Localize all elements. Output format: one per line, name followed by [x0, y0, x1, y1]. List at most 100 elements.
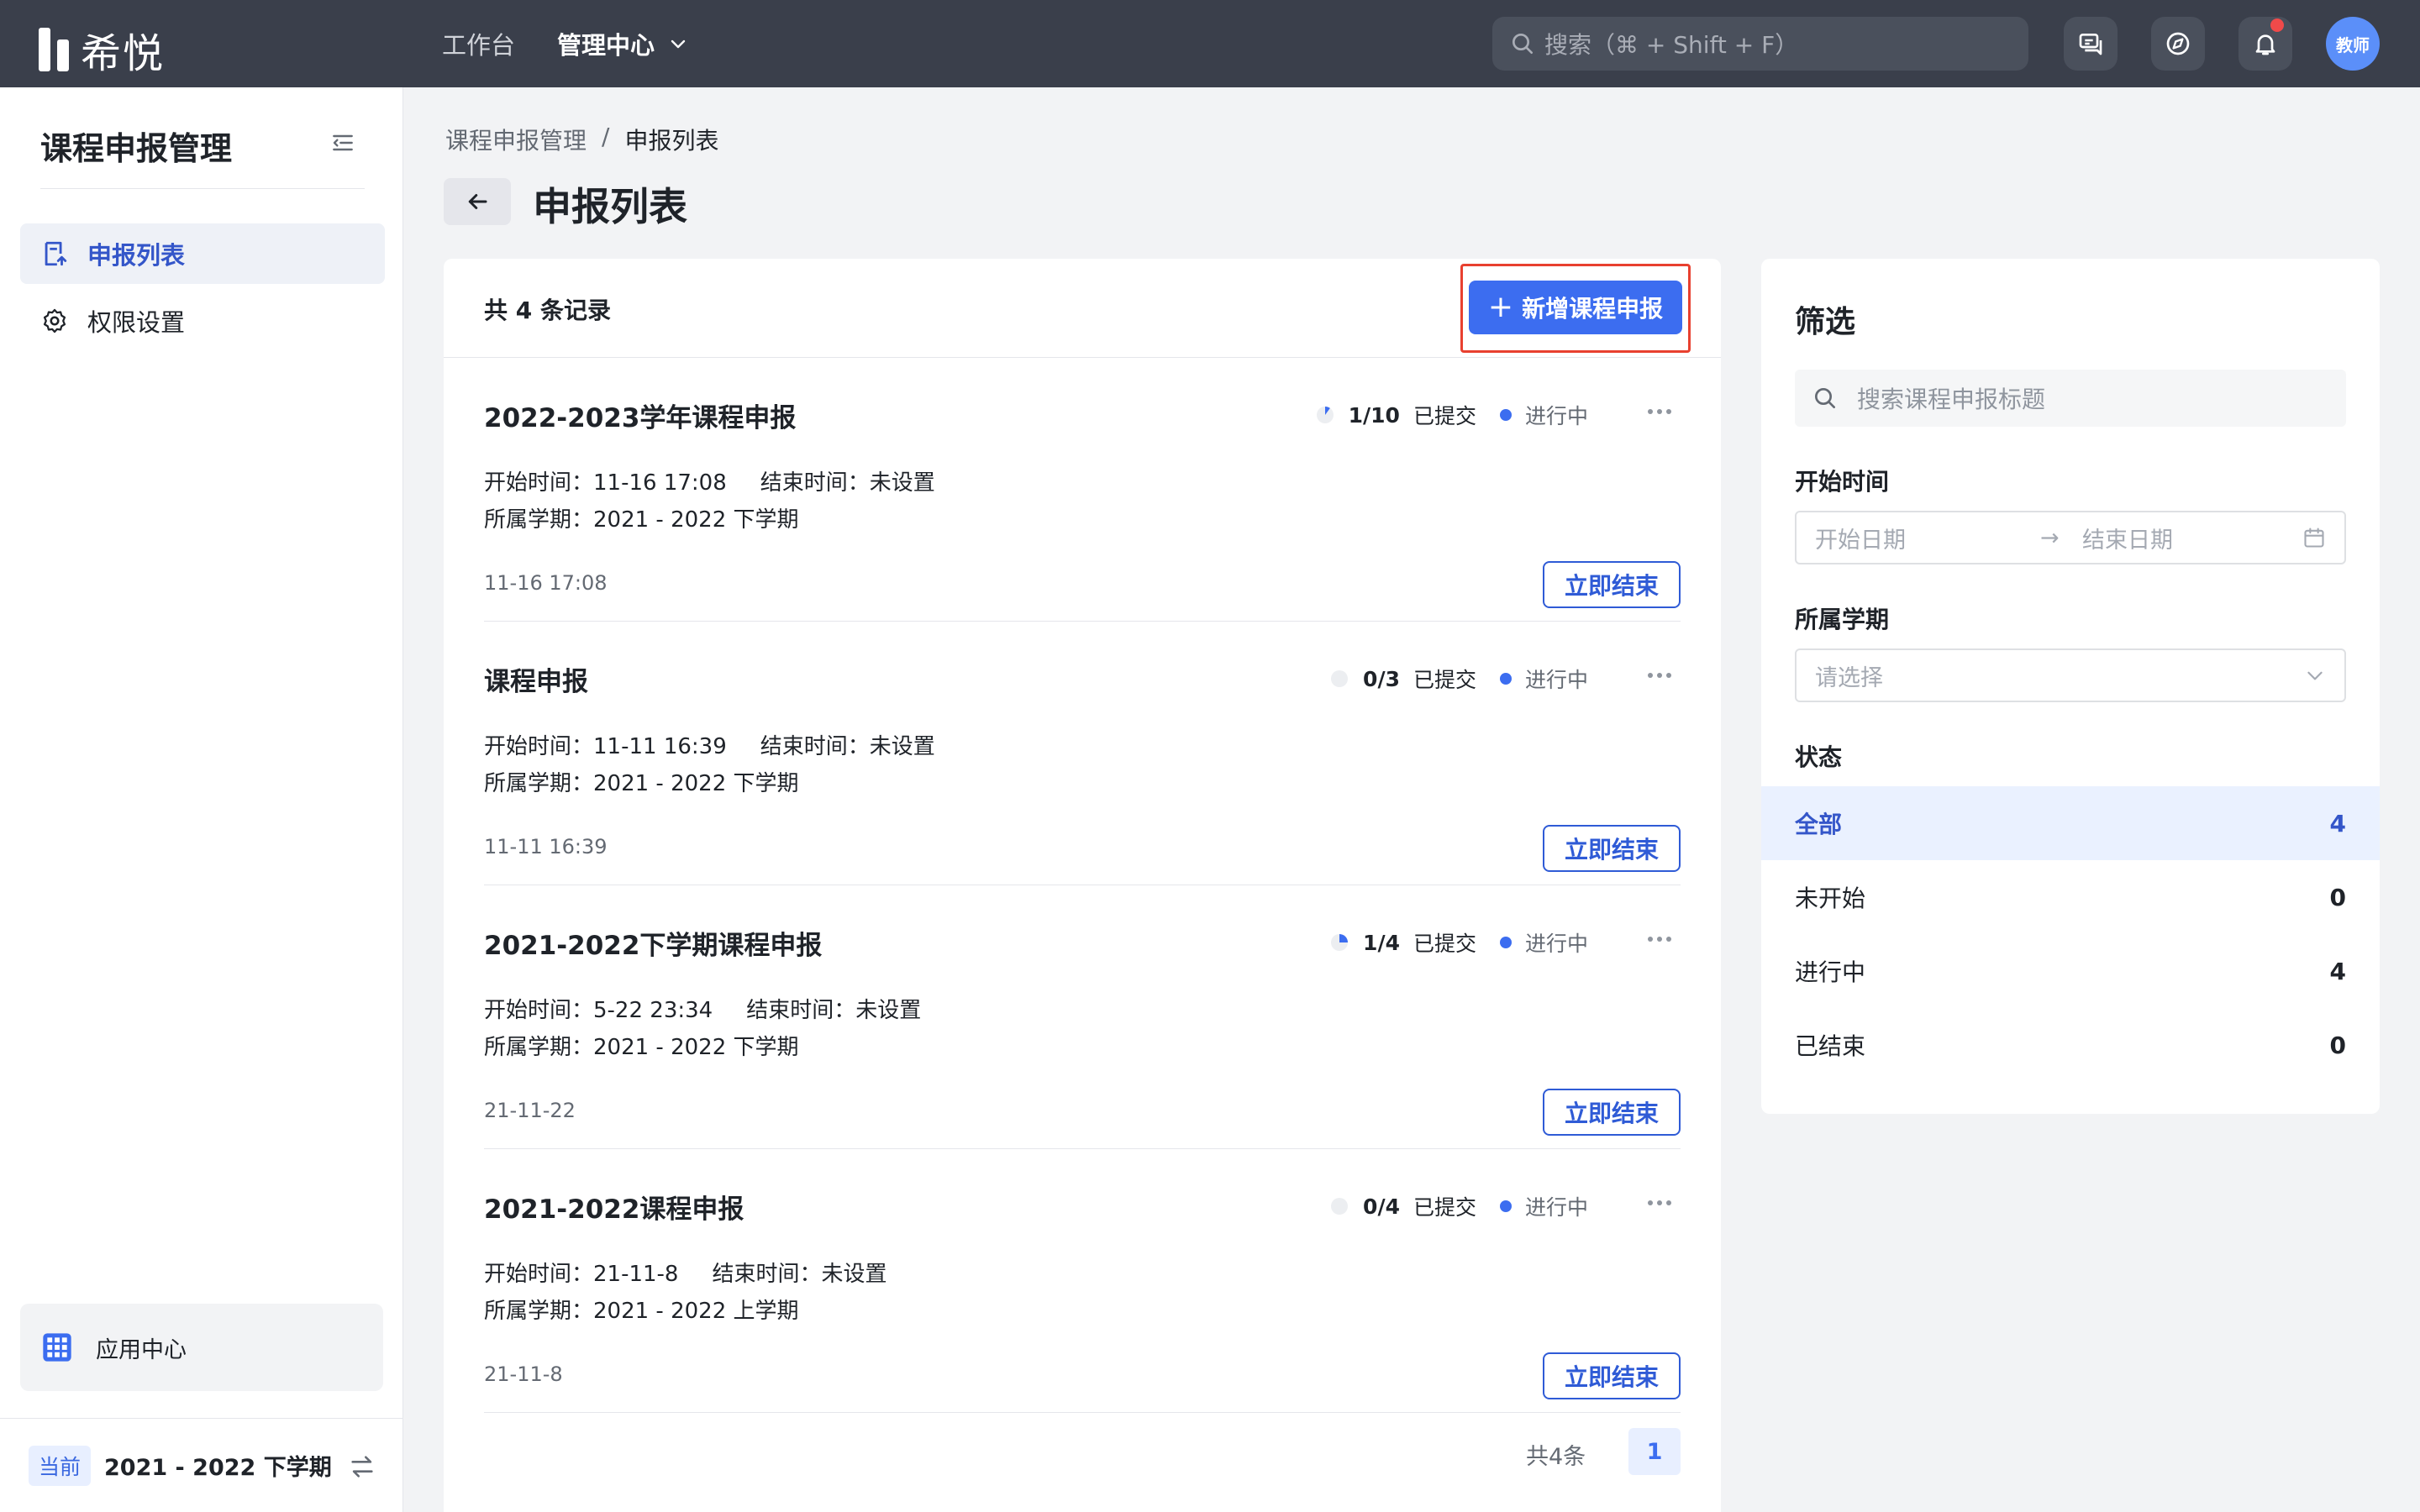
status-filter-name: 未开始 [1795, 885, 1866, 912]
submission-list-panel: 共 4 条记录 + 新增课程申报 2022-2023学年课程申报 1/10 已提… [444, 259, 1721, 1512]
calendar-icon [2304, 528, 2324, 548]
status-dot [1499, 673, 1512, 685]
card-title[interactable]: 2021-2022下学期课程申报 [484, 924, 822, 962]
record-count: 共 4 条记录 [484, 297, 611, 324]
chevron-down-icon [2307, 671, 2323, 680]
back-button[interactable] [444, 178, 511, 225]
app-center-label: 应用中心 [96, 1336, 187, 1363]
app-center-button[interactable]: 应用中心 [20, 1304, 383, 1391]
sidebar-item-label: 权限设置 [87, 308, 186, 337]
progress-pie-icon [1331, 670, 1349, 687]
date-range-arrow: → [2040, 524, 2060, 551]
sidebar-divider [40, 188, 365, 189]
top-bar: 希悦 工作台 管理中心 搜索（⌘ + Shift + F） 教师 [0, 0, 2420, 87]
current-term-tag: 当前 [29, 1445, 92, 1486]
card-time-row: 开始时间：11-16 17:08 结束时间：未设置 [484, 465, 935, 496]
term-select-placeholder: 请选择 [1815, 664, 1883, 691]
card-date: 11-16 17:08 [484, 571, 608, 595]
status-filter-count: 4 [2329, 809, 2346, 837]
card-date: 21-11-8 [484, 1362, 563, 1386]
end-now-button[interactable]: 立即结束 [1543, 561, 1681, 608]
status-filter-all[interactable]: 全部 4 [1761, 786, 2380, 860]
progress-count: 0/3 [1363, 666, 1400, 691]
pagination-page-1[interactable]: 1 [1628, 1428, 1681, 1475]
nav-admin-center[interactable]: 管理中心 [557, 26, 688, 61]
card-term-row: 所属学期：2021 - 2022 下学期 [484, 502, 799, 533]
sidebar-item-submission-list[interactable]: 申报列表 [20, 223, 385, 284]
progress-count: 1/4 [1363, 930, 1400, 955]
more-options-icon[interactable] [1639, 922, 1681, 956]
term-select[interactable]: 请选择 [1795, 648, 2346, 702]
submitted-label: 已提交 [1413, 1195, 1476, 1220]
progress-pie-icon [1331, 1198, 1349, 1215]
add-button-label: 新增课程申报 [1522, 295, 1664, 323]
card-title[interactable]: 2022-2023学年课程申报 [484, 396, 796, 434]
submission-card[interactable]: 2022-2023学年课程申报 1/10 已提交 进行中 开始时间：11-16 … [484, 358, 1681, 622]
logo-mark-icon [39, 28, 69, 71]
top-nav: 工作台 管理中心 [442, 0, 688, 87]
date-start-placeholder: 开始日期 [1815, 527, 1906, 554]
submitted-label: 已提交 [1413, 668, 1476, 692]
pagination: 共4条 1 [444, 1428, 1721, 1478]
app-grid-icon [43, 1333, 71, 1362]
avatar-text: 教师 [2336, 34, 2370, 55]
submission-card[interactable]: 2021-2022课程申报 0/4 已提交 进行中 开始时间：21-11-8 结… [484, 1149, 1681, 1413]
status-filter-ended[interactable]: 已结束 0 [1761, 1008, 2380, 1082]
filter-search-input[interactable]: 搜索课程申报标题 [1795, 370, 2346, 427]
bell-icon [2255, 34, 2275, 55]
status-dot [1499, 1200, 1512, 1212]
submission-card[interactable]: 2021-2022下学期课程申报 1/4 已提交 进行中 开始时间：5-22 2… [484, 885, 1681, 1149]
status-filter-name: 全部 [1795, 811, 1843, 838]
status-label: 进行中 [1524, 1195, 1588, 1220]
pagination-total: 共4条 [1526, 1444, 1586, 1470]
progress-count: 1/10 [1348, 402, 1400, 428]
notifications-button[interactable] [2238, 17, 2292, 71]
global-search-input[interactable]: 搜索（⌘ + Shift + F） [1492, 17, 2028, 71]
date-range-picker[interactable]: 开始日期 → 结束日期 [1795, 511, 2346, 564]
add-course-submission-button[interactable]: + 新增课程申报 [1469, 281, 1682, 334]
more-options-icon[interactable] [1639, 659, 1681, 692]
chat-icon [2079, 34, 2102, 55]
card-meta: 1/4 已提交 进行中 [1329, 927, 1588, 958]
status-filter-in-progress[interactable]: 进行中 4 [1761, 934, 2380, 1008]
compass-button[interactable] [2151, 17, 2205, 71]
end-now-button[interactable]: 立即结束 [1543, 1352, 1681, 1399]
breadcrumb-parent[interactable]: 课程申报管理 [445, 123, 587, 156]
sidebar: 课程申报管理 申报列表 权限设置 应用中心 当前 2021 - 2022 下学期 [0, 87, 403, 1512]
start-time: 开始时间：11-11 16:39 [484, 734, 727, 759]
end-time: 结束时间：未设置 [760, 470, 935, 496]
avatar[interactable]: 教师 [2326, 17, 2380, 71]
submission-card[interactable]: 课程申报 0/3 已提交 进行中 开始时间：11-11 16:39 结束时间：未… [484, 622, 1681, 885]
sidebar-item-label: 申报列表 [87, 241, 186, 270]
end-now-button[interactable]: 立即结束 [1543, 1089, 1681, 1136]
logo[interactable]: 希悦 [39, 20, 165, 79]
nav-admin-center-label: 管理中心 [557, 31, 655, 60]
chat-button[interactable] [2064, 17, 2118, 71]
start-time: 开始时间：5-22 23:34 [484, 998, 713, 1023]
page-title: 申报列表 [533, 184, 687, 229]
more-options-icon[interactable] [1639, 395, 1681, 428]
breadcrumb: 课程申报管理 / 申报列表 [445, 123, 718, 156]
status-filter-not-started[interactable]: 未开始 0 [1761, 860, 2380, 934]
current-term-bar: 当前 2021 - 2022 下学期 [0, 1418, 403, 1512]
end-now-button[interactable]: 立即结束 [1543, 825, 1681, 872]
card-title[interactable]: 课程申报 [484, 660, 588, 698]
card-meta: 1/10 已提交 进行中 [1315, 400, 1588, 430]
chevron-down-icon [671, 39, 686, 49]
filter-title: 筛选 [1795, 305, 1856, 339]
card-title[interactable]: 2021-2022课程申报 [484, 1188, 744, 1226]
submitted-label: 已提交 [1413, 932, 1476, 956]
end-time: 结束时间：未设置 [712, 1262, 887, 1287]
switch-term-icon[interactable] [348, 1452, 376, 1481]
search-icon [1815, 388, 1835, 408]
gear-icon [43, 308, 66, 333]
more-options-icon[interactable] [1639, 1186, 1681, 1220]
sidebar-item-permissions[interactable]: 权限设置 [20, 291, 385, 351]
card-time-row: 开始时间：5-22 23:34 结束时间：未设置 [484, 993, 921, 1024]
arrow-left-icon [468, 194, 487, 209]
list-header: 共 4 条记录 + 新增课程申报 [444, 259, 1721, 358]
collapse-sidebar-icon[interactable] [329, 129, 356, 156]
nav-workbench[interactable]: 工作台 [442, 26, 515, 61]
compass-icon [2166, 32, 2190, 55]
status-filter-count: 4 [2329, 957, 2346, 985]
